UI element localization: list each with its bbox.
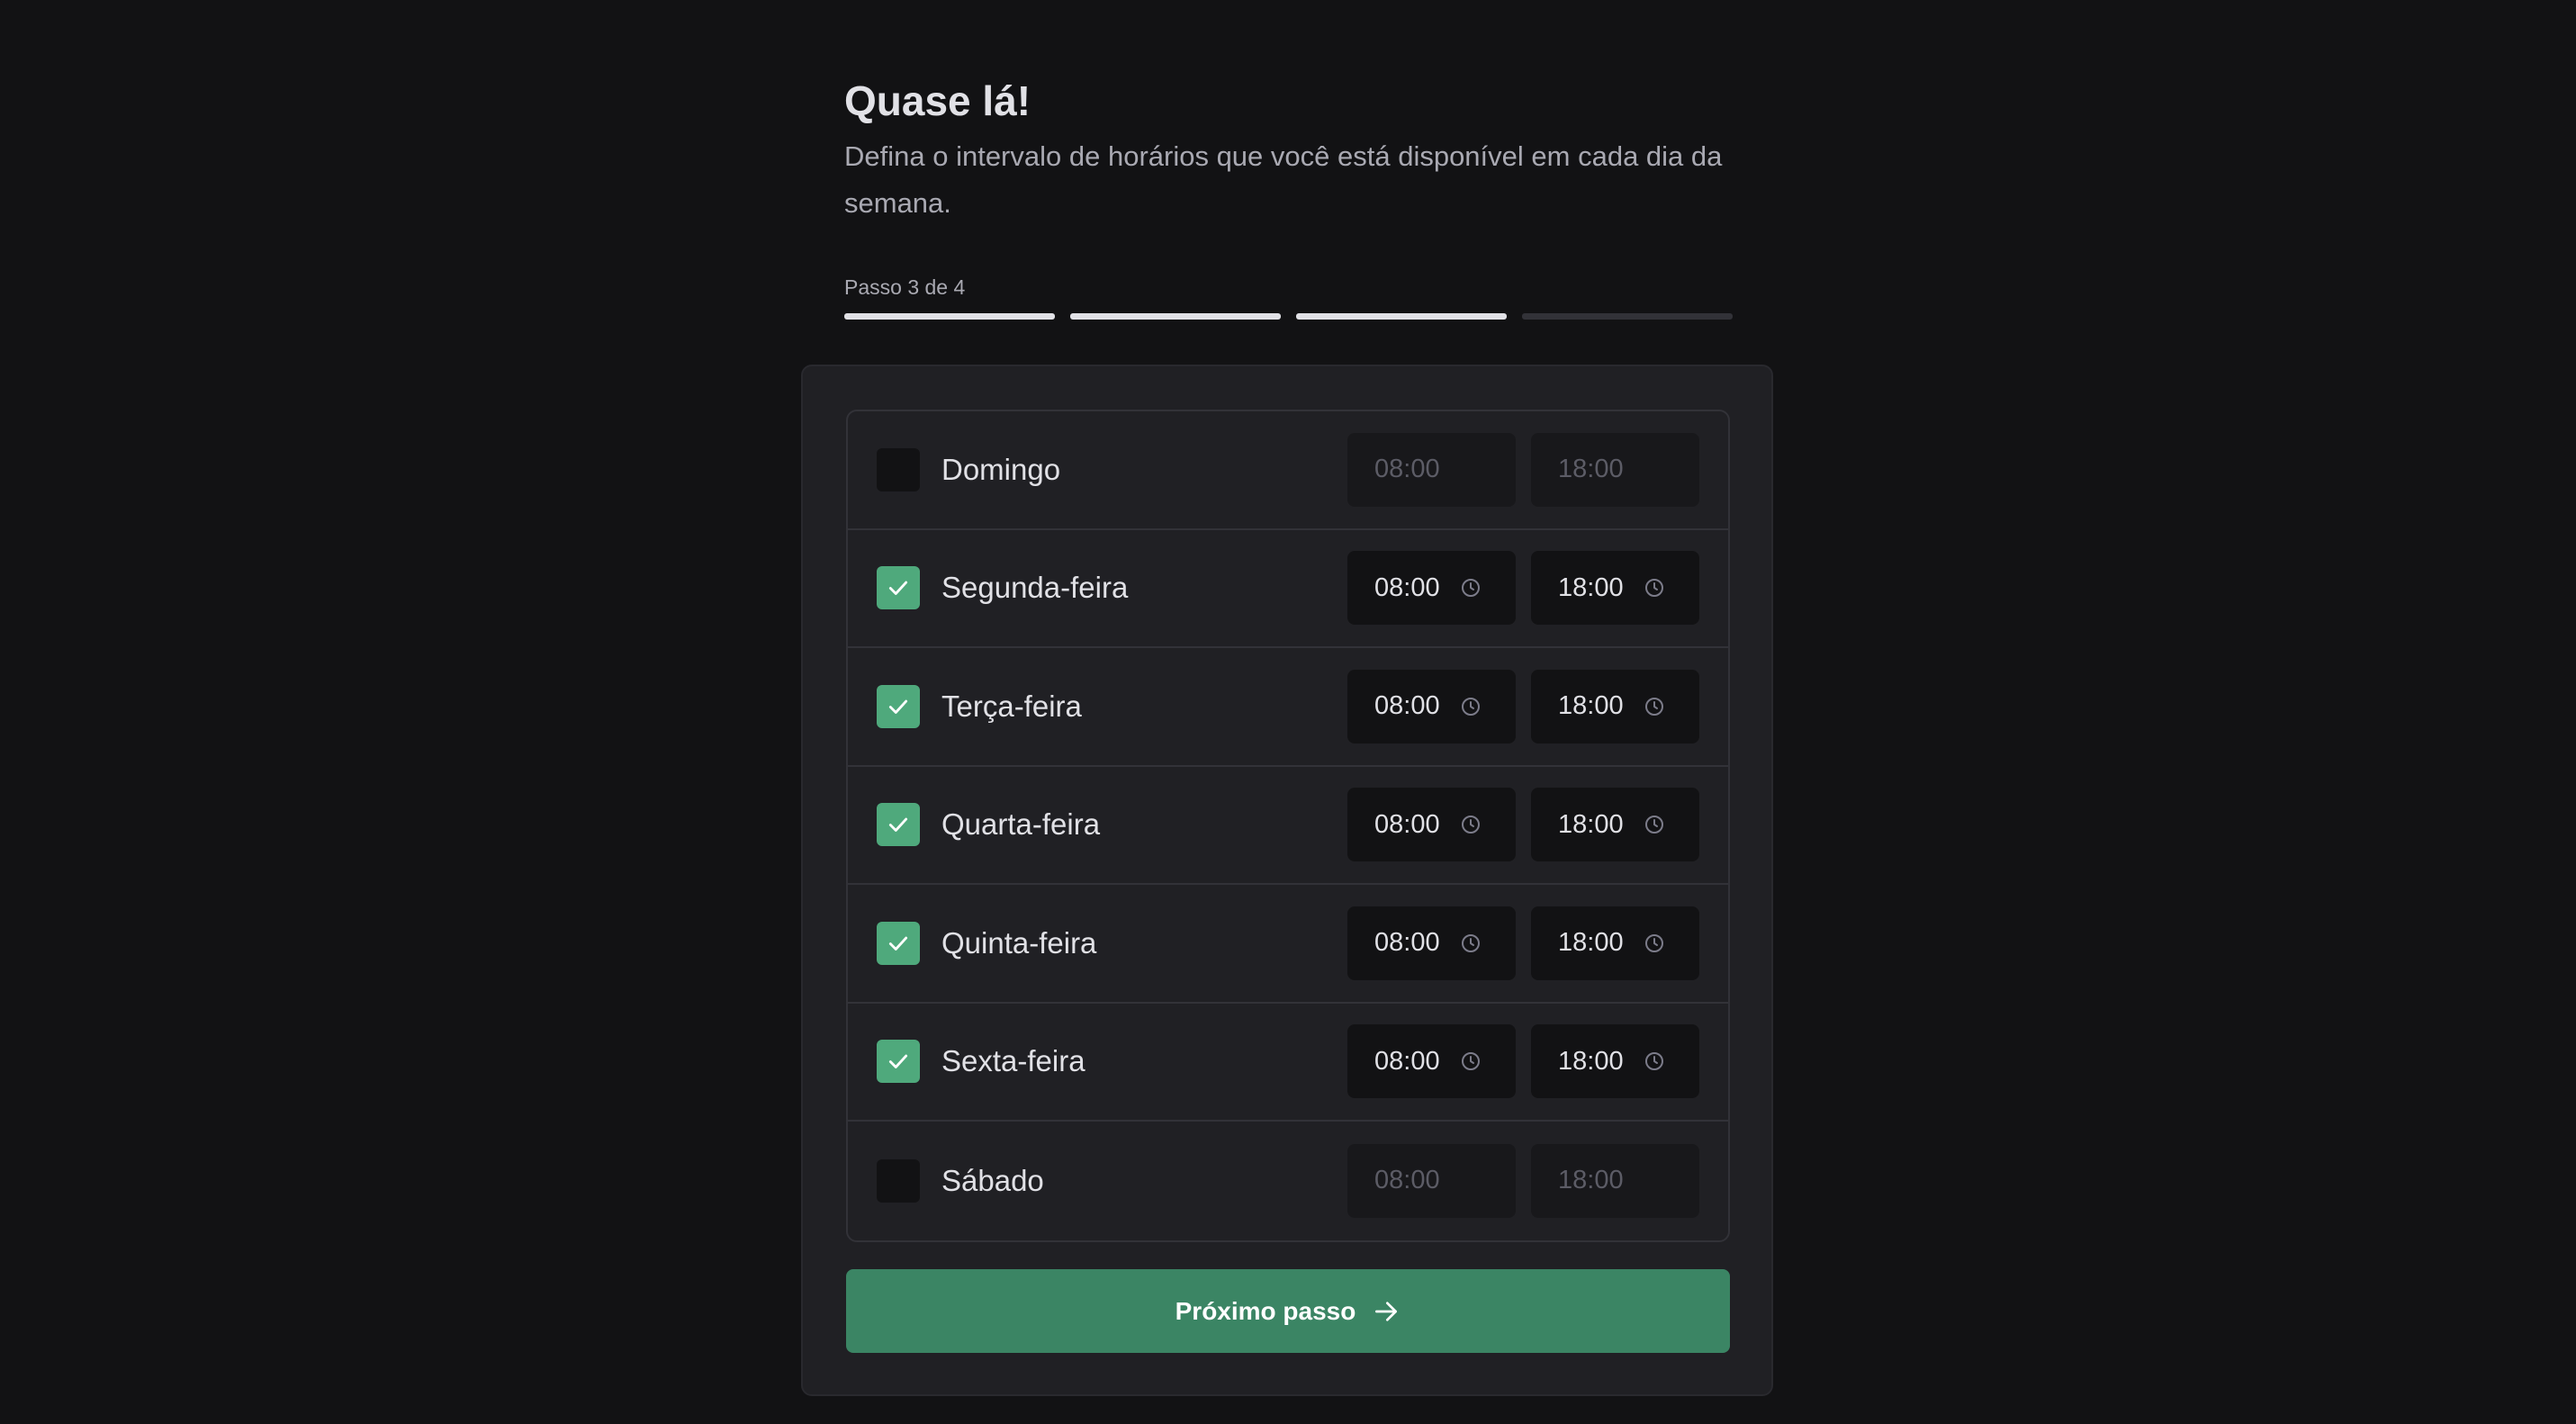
day-checkbox[interactable] bbox=[877, 921, 920, 965]
step-label: Passo 3 de 4 bbox=[844, 275, 966, 299]
clock-icon bbox=[1460, 1050, 1482, 1072]
day-row: Quinta-feira 08:00 18:00 bbox=[848, 885, 1728, 1004]
day-row: Quarta-feira 08:00 18:00 bbox=[848, 767, 1728, 885]
day-label: Domingo bbox=[941, 452, 1061, 486]
start-time-input[interactable]: 08:00 bbox=[1347, 1024, 1516, 1099]
day-label: Quarta-feira bbox=[941, 807, 1101, 842]
day-checkbox[interactable] bbox=[877, 447, 920, 491]
progress-step-3 bbox=[1296, 313, 1507, 320]
header: Quase lá! Defina o intervalo de horários… bbox=[844, 76, 1744, 227]
end-time-value: 18:00 bbox=[1558, 809, 1624, 839]
start-time-value: 08:00 bbox=[1374, 572, 1440, 602]
start-time-value: 08:00 bbox=[1374, 1046, 1440, 1076]
day-row: Domingo 08:00 18:00 bbox=[848, 411, 1728, 530]
end-time-value: 18:00 bbox=[1558, 455, 1624, 484]
availability-card: Domingo 08:00 18:00 Segunda-feira 08:00 … bbox=[801, 365, 1773, 1396]
day-checkbox[interactable] bbox=[877, 566, 920, 610]
day-checkbox[interactable] bbox=[877, 1158, 920, 1203]
step-progress bbox=[844, 313, 1733, 320]
end-time-value: 18:00 bbox=[1558, 572, 1624, 602]
start-time-value: 08:00 bbox=[1374, 1166, 1440, 1195]
start-time-input[interactable]: 08:00 bbox=[1347, 669, 1516, 744]
clock-icon bbox=[1644, 933, 1665, 954]
start-time-input[interactable]: 08:00 bbox=[1347, 906, 1516, 980]
page-subtitle: Defina o intervalo de horários que você … bbox=[844, 140, 1723, 219]
start-time-input[interactable]: 08:00 bbox=[1347, 551, 1516, 626]
day-checkbox[interactable] bbox=[877, 684, 920, 728]
clock-icon bbox=[1460, 933, 1482, 954]
day-label: Sábado bbox=[941, 1163, 1044, 1197]
clock-icon bbox=[1644, 696, 1665, 717]
progress-step-2 bbox=[1070, 313, 1281, 320]
day-label: Quinta-feira bbox=[941, 925, 1097, 960]
day-row: Sexta-feira 08:00 18:00 bbox=[848, 1004, 1728, 1122]
end-time-input[interactable]: 18:00 bbox=[1531, 788, 1699, 862]
end-time-input[interactable]: 18:00 bbox=[1531, 551, 1699, 626]
start-time-value: 08:00 bbox=[1374, 809, 1440, 839]
progress-step-4 bbox=[1522, 313, 1733, 320]
clock-icon bbox=[1460, 577, 1482, 599]
check-icon bbox=[887, 1050, 910, 1073]
start-time-input[interactable]: 08:00 bbox=[1347, 788, 1516, 862]
end-time-value: 18:00 bbox=[1558, 928, 1624, 958]
start-time-input: 08:00 bbox=[1347, 1143, 1516, 1218]
end-time-value: 18:00 bbox=[1558, 1046, 1624, 1076]
progress-step-1 bbox=[844, 313, 1055, 320]
day-row: Segunda-feira 08:00 18:00 bbox=[848, 530, 1728, 648]
end-time-input: 18:00 bbox=[1531, 432, 1699, 507]
check-icon bbox=[887, 813, 910, 836]
arrow-right-icon bbox=[1372, 1297, 1401, 1326]
weekday-list: Domingo 08:00 18:00 Segunda-feira 08:00 … bbox=[846, 410, 1730, 1242]
day-checkbox[interactable] bbox=[877, 1040, 920, 1084]
next-step-button[interactable]: Próximo passo bbox=[846, 1269, 1730, 1353]
check-icon bbox=[887, 932, 910, 955]
day-row: Sábado 08:00 18:00 bbox=[848, 1122, 1728, 1240]
day-checkbox[interactable] bbox=[877, 803, 920, 847]
day-label: Sexta-feira bbox=[941, 1044, 1085, 1078]
start-time-value: 08:00 bbox=[1374, 928, 1440, 958]
day-label: Segunda-feira bbox=[941, 571, 1129, 605]
end-time-value: 18:00 bbox=[1558, 691, 1624, 721]
end-time-input[interactable]: 18:00 bbox=[1531, 669, 1699, 744]
end-time-input: 18:00 bbox=[1531, 1143, 1699, 1218]
day-label: Terça-feira bbox=[941, 689, 1082, 723]
start-time-input: 08:00 bbox=[1347, 432, 1516, 507]
end-time-value: 18:00 bbox=[1558, 1166, 1624, 1195]
end-time-input[interactable]: 18:00 bbox=[1531, 906, 1699, 980]
start-time-value: 08:00 bbox=[1374, 455, 1440, 484]
page-title: Quase lá! bbox=[844, 77, 1031, 124]
next-step-label: Próximo passo bbox=[1175, 1296, 1356, 1325]
clock-icon bbox=[1644, 814, 1665, 835]
end-time-input[interactable]: 18:00 bbox=[1531, 1024, 1699, 1099]
check-icon bbox=[887, 695, 910, 718]
clock-icon bbox=[1644, 577, 1665, 599]
start-time-value: 08:00 bbox=[1374, 691, 1440, 721]
clock-icon bbox=[1460, 814, 1482, 835]
day-row: Terça-feira 08:00 18:00 bbox=[848, 648, 1728, 767]
clock-icon bbox=[1460, 696, 1482, 717]
check-icon bbox=[887, 576, 910, 599]
clock-icon bbox=[1644, 1050, 1665, 1072]
